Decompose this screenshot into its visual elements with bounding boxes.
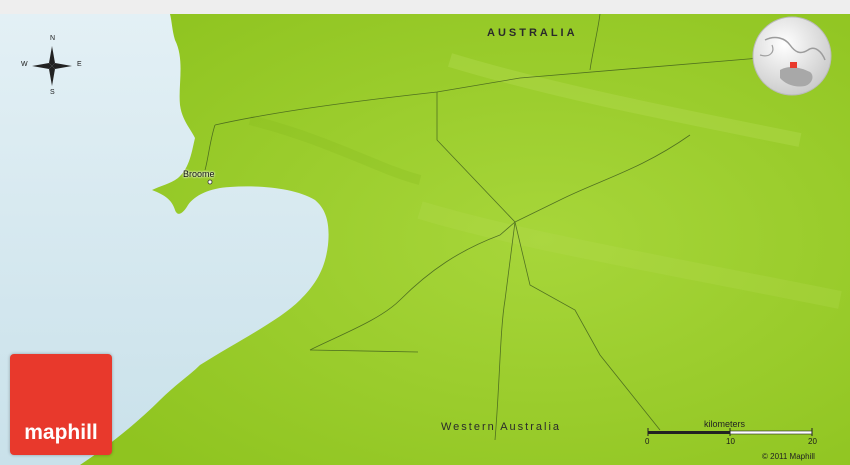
region-label: Western Australia: [441, 421, 562, 433]
logo-text: maphill: [24, 421, 98, 444]
compass-west-label: W: [21, 61, 28, 68]
copyright-text: © 2011 Maphill: [762, 452, 815, 461]
scale-tick-10: 10: [726, 437, 735, 446]
broome-city-marker[interactable]: [207, 179, 213, 185]
city-label-broome[interactable]: Broome: [183, 169, 215, 179]
top-frame: [0, 0, 850, 14]
scale-tick-0: 0: [645, 437, 650, 446]
scale-tick-20: 20: [808, 437, 817, 446]
maphill-logo[interactable]: maphill: [10, 354, 112, 455]
compass-east-label: E: [77, 61, 82, 68]
country-label: AUSTRALIA: [487, 27, 578, 39]
globe-locator-icon: [752, 16, 832, 96]
compass-south-label: S: [50, 89, 55, 96]
scale-title: kilometers: [704, 419, 746, 429]
compass-north-label: N: [50, 35, 56, 42]
physical-map: [0, 0, 850, 465]
